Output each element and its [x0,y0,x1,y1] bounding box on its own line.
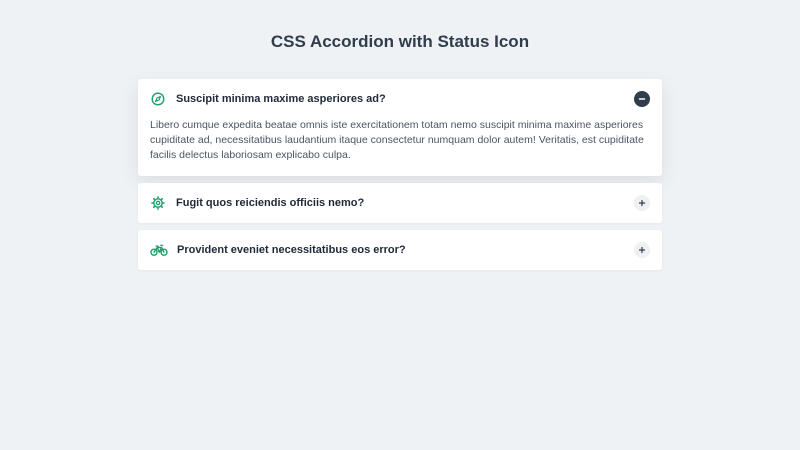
plus-icon [638,246,646,254]
accordion-title-2: Fugit quos reiciendis officiis nemo? [176,197,365,209]
collapse-toggle-button[interactable] [634,91,650,107]
accordion-item-2: Fugit quos reiciendis officiis nemo? [138,183,662,223]
accordion-item-3: Provident eveniet necessitatibus eos err… [138,230,662,270]
gear-icon [150,195,166,211]
expand-toggle-button[interactable] [634,195,650,211]
accordion-title-3: Provident eveniet necessitatibus eos err… [177,244,406,256]
expand-toggle-button[interactable] [634,242,650,258]
minus-icon [638,95,646,103]
accordion: Suscipit minima maxime asperiores ad? Li… [138,79,662,277]
accordion-header-1[interactable]: Suscipit minima maxime asperiores ad? [138,79,662,119]
accordion-header-2[interactable]: Fugit quos reiciendis officiis nemo? [138,183,662,223]
accordion-title-1: Suscipit minima maxime asperiores ad? [176,93,386,105]
accordion-header-3[interactable]: Provident eveniet necessitatibus eos err… [138,230,662,270]
accordion-body-1: Libero cumque expedita beatae omnis iste… [150,119,644,161]
bicycle-icon [150,242,168,258]
plus-icon [638,199,646,207]
accordion-item-1: Suscipit minima maxime asperiores ad? Li… [138,79,662,176]
compass-icon [150,91,166,107]
page-title: CSS Accordion with Status Icon [270,32,530,51]
